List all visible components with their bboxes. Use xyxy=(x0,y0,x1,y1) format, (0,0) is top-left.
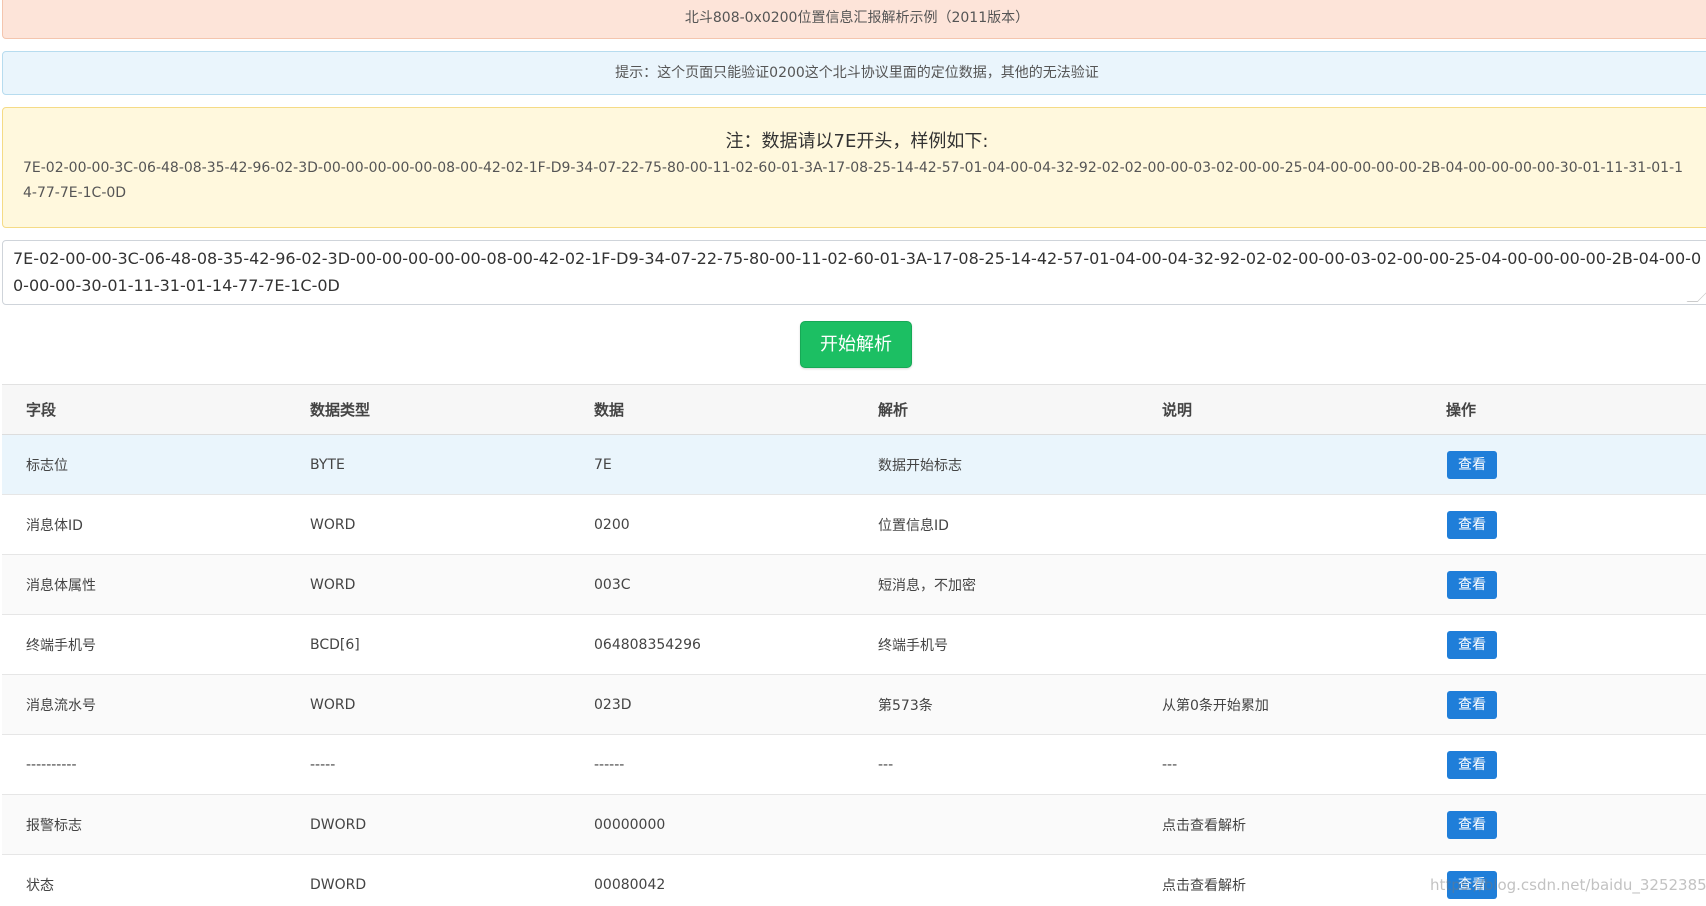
header-action: 操作 xyxy=(1446,401,1477,419)
hint-text: 提示：这个页面只能验证0200这个北斗协议里面的定位数据，其他的无法验证 xyxy=(615,65,1099,81)
cell-type: DWORD xyxy=(310,816,367,833)
cell-data: ------ xyxy=(594,756,625,773)
cell-field: 消息体属性 xyxy=(26,577,96,594)
resize-handle-icon[interactable] xyxy=(1686,291,1706,302)
cell-parse xyxy=(854,795,1138,855)
cell-action: 查看 xyxy=(1422,735,1706,795)
view-button[interactable]: 查看 xyxy=(1447,510,1497,539)
cell-type: BCD[6] xyxy=(310,636,360,653)
cell-parse: 位置信息ID xyxy=(878,517,949,534)
note-title: 注：数据请以7E开头，样例如下: xyxy=(725,131,989,152)
cell-type: BYTE xyxy=(310,456,345,473)
cell-type: ----- xyxy=(310,756,336,773)
cell-type: WORD xyxy=(310,696,356,713)
table-row: 消息体属性 WORD 003C 短消息，不加密 查看 xyxy=(2,554,1706,615)
cell-action: 查看 xyxy=(1422,615,1706,675)
cell-action: 查看 xyxy=(1422,675,1706,735)
cell-parse: 短消息，不加密 xyxy=(878,577,976,594)
table-row: 消息流水号 WORD 023D 第573条 从第0条开始累加 查看 xyxy=(2,674,1706,735)
cell-desc xyxy=(1138,495,1422,555)
view-button[interactable]: 查看 xyxy=(1447,690,1497,719)
cell-desc xyxy=(1138,615,1422,675)
cell-data: 023D xyxy=(594,696,632,713)
cell-field: 消息流水号 xyxy=(26,697,96,714)
cell-data: 0200 xyxy=(594,516,630,533)
cell-field: 标志位 xyxy=(26,457,68,474)
cell-parse: 终端手机号 xyxy=(878,637,948,654)
result-table-container: 字段 数据类型 数据 解析 说明 操作 标志位 BYTE 7E 数据开始标志 查… xyxy=(2,384,1706,906)
cell-type: WORD xyxy=(310,576,356,593)
cell-type: WORD xyxy=(310,516,356,533)
cell-field: ---------- xyxy=(26,756,77,773)
view-button[interactable]: 查看 xyxy=(1447,750,1497,779)
cell-parse xyxy=(854,855,1138,906)
table-row: 标志位 BYTE 7E 数据开始标志 查看 xyxy=(2,434,1706,495)
cell-desc: --- xyxy=(1162,756,1178,773)
cell-data: 7E xyxy=(594,456,612,473)
result-table: 字段 数据类型 数据 解析 说明 操作 标志位 BYTE 7E 数据开始标志 查… xyxy=(2,384,1706,906)
page-title-banner: 北斗808-0x0200位置信息汇报解析示例（2011版本） xyxy=(2,0,1706,39)
cell-desc: 点击查看解析 xyxy=(1162,817,1246,834)
header-data: 数据 xyxy=(594,401,625,419)
cell-field: 终端手机号 xyxy=(26,637,96,654)
view-button[interactable]: 查看 xyxy=(1447,450,1497,479)
header-field: 字段 xyxy=(26,401,57,419)
cell-type: DWORD xyxy=(310,876,367,893)
cell-action: 查看 xyxy=(1422,495,1706,555)
header-desc: 说明 xyxy=(1162,401,1193,419)
cell-action: 查看 xyxy=(1422,555,1706,615)
table-row: 消息体ID WORD 0200 位置信息ID 查看 xyxy=(2,494,1706,555)
cell-data: 00000000 xyxy=(594,816,666,833)
note-sample-data: 7E-02-00-00-3C-06-48-08-35-42-96-02-3D-0… xyxy=(23,160,1684,201)
cell-action: 查看 xyxy=(1422,435,1706,495)
data-input-value: 7E-02-00-00-3C-06-48-08-35-42-96-02-3D-0… xyxy=(13,249,1702,295)
cell-desc: 点击查看解析 xyxy=(1162,877,1246,894)
table-header-row: 字段 数据类型 数据 解析 说明 操作 xyxy=(2,384,1706,435)
cell-parse: 数据开始标志 xyxy=(878,457,962,474)
cell-data: 064808354296 xyxy=(594,636,701,653)
cell-field: 消息体ID xyxy=(26,517,83,534)
cell-desc xyxy=(1138,435,1422,495)
view-button[interactable]: 查看 xyxy=(1447,810,1497,839)
cell-parse: --- xyxy=(878,756,894,773)
watermark: https://blog.csdn.net/baidu_32523857 xyxy=(1430,876,1706,894)
hint-banner: 提示：这个页面只能验证0200这个北斗协议里面的定位数据，其他的无法验证 xyxy=(2,51,1706,95)
cell-field: 报警标志 xyxy=(26,817,82,834)
cell-field: 状态 xyxy=(26,877,54,894)
cell-action: 查看 xyxy=(1422,795,1706,855)
data-input-textarea[interactable]: 7E-02-00-00-3C-06-48-08-35-42-96-02-3D-0… xyxy=(2,240,1706,305)
cell-data: 00080042 xyxy=(594,876,666,893)
cell-parse: 第573条 xyxy=(878,697,933,714)
page-title: 北斗808-0x0200位置信息汇报解析示例（2011版本） xyxy=(684,10,1030,26)
start-parse-button[interactable]: 开始解析 xyxy=(800,321,912,368)
header-parse: 解析 xyxy=(878,401,909,419)
note-banner: 注：数据请以7E开头，样例如下: 7E-02-00-00-3C-06-48-08… xyxy=(2,107,1706,228)
view-button[interactable]: 查看 xyxy=(1447,630,1497,659)
table-row: 报警标志 DWORD 00000000 点击查看解析 查看 xyxy=(2,794,1706,855)
cell-desc xyxy=(1138,555,1422,615)
view-button[interactable]: 查看 xyxy=(1447,570,1497,599)
cell-data: 003C xyxy=(594,576,631,593)
cell-desc: 从第0条开始累加 xyxy=(1162,697,1269,714)
header-type: 数据类型 xyxy=(310,401,371,419)
table-row: 终端手机号 BCD[6] 064808354296 终端手机号 查看 xyxy=(2,614,1706,675)
table-row: ---------- ----- ------ --- --- 查看 xyxy=(2,734,1706,795)
page: 北斗808-0x0200位置信息汇报解析示例（2011版本） 提示：这个页面只能… xyxy=(0,0,1706,906)
